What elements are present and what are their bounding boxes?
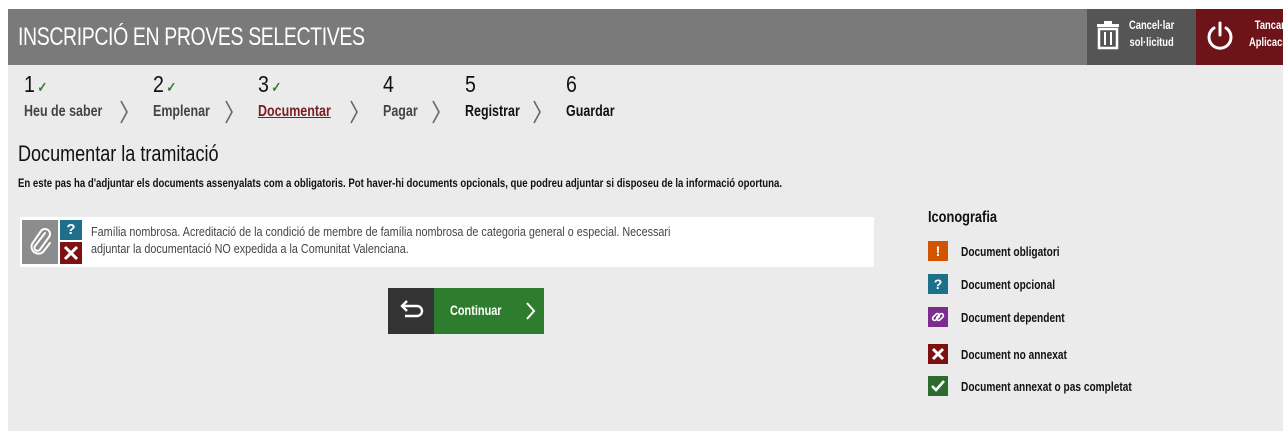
step-label: Heu de saber bbox=[24, 103, 103, 120]
link-icon bbox=[928, 307, 948, 327]
app-title: INSCRIPCIÓ EN PROVES SELECTIVES bbox=[18, 23, 365, 51]
trash-icon bbox=[1095, 20, 1121, 55]
close-line-1: Tancar bbox=[1254, 18, 1283, 32]
icon-legend: Iconografia ! Document obligatori ? Docu… bbox=[928, 209, 1268, 409]
cancel-line-2: sol·licitud bbox=[1129, 35, 1174, 49]
step-label: Guardar bbox=[566, 103, 615, 120]
chevron-right-icon bbox=[533, 100, 541, 124]
check-icon bbox=[928, 376, 948, 396]
mandatory-icon: ! bbox=[928, 241, 948, 261]
close-application-label: Tancar Aplicació bbox=[1249, 17, 1283, 51]
step-label-current: Documentar bbox=[258, 103, 331, 120]
close-application-button[interactable]: Tancar Aplicació bbox=[1196, 9, 1283, 65]
step-number: 6 bbox=[566, 71, 577, 97]
back-button[interactable] bbox=[388, 288, 434, 334]
paperclip-icon bbox=[30, 228, 51, 255]
check-icon: ✓ bbox=[166, 79, 177, 95]
document-text-line-2: adjuntar la documentació NO expedida a l… bbox=[91, 241, 409, 256]
step-number: 3 ✓ bbox=[258, 71, 282, 97]
chevron-right-icon bbox=[526, 302, 536, 320]
step-number: 2 ✓ bbox=[153, 71, 177, 97]
app-header: INSCRIPCIÓ EN PROVES SELECTIVES Cancel·l… bbox=[8, 9, 1283, 65]
document-description: Família nombrosa. Acreditació de la cond… bbox=[91, 223, 670, 257]
wizard-steps: 1 ✓ Heu de saber 2 ✓ Emplenar 3 ✓ Documenta… bbox=[8, 65, 708, 133]
cancel-request-button[interactable]: Cancel·lar sol·licitud bbox=[1087, 9, 1196, 65]
step-number: 1 ✓ bbox=[24, 71, 48, 97]
page-title: Documentar la tramitació bbox=[18, 141, 219, 166]
document-text-line-1: Família nombrosa. Acreditació de la cond… bbox=[91, 224, 671, 239]
step-number: 4 bbox=[383, 71, 394, 97]
attach-button[interactable] bbox=[22, 220, 58, 264]
app-frame: INSCRIPCIÓ EN PROVES SELECTIVES Cancel·l… bbox=[8, 9, 1283, 431]
page-description: En este pas ha d'adjuntar els documents … bbox=[18, 176, 783, 190]
chevron-right-icon bbox=[120, 100, 128, 124]
continue-label: Continuar bbox=[450, 302, 502, 318]
optional-icon: ? bbox=[928, 274, 948, 294]
document-row: ? Família nombrosa. Acreditació de la co… bbox=[20, 217, 874, 267]
chevron-right-icon bbox=[350, 100, 358, 124]
legend-label: Document annexat o pas completat bbox=[961, 379, 1132, 394]
step-label: Registrar bbox=[465, 103, 520, 120]
legend-label: Document dependent bbox=[961, 310, 1065, 325]
not-attached-icon bbox=[60, 242, 82, 264]
legend-label: Document no annexat bbox=[961, 347, 1067, 362]
cancel-line-1: Cancel·lar bbox=[1129, 18, 1175, 32]
continue-button[interactable]: Continuar bbox=[434, 288, 544, 334]
check-icon: ✓ bbox=[271, 79, 282, 95]
cancel-request-label: Cancel·lar sol·licitud bbox=[1129, 17, 1174, 51]
close-line-2: Aplicació bbox=[1249, 35, 1283, 49]
power-icon bbox=[1206, 21, 1234, 56]
chevron-right-icon bbox=[225, 100, 233, 124]
check-icon: ✓ bbox=[37, 79, 48, 95]
x-icon bbox=[928, 344, 948, 364]
legend-label: Document opcional bbox=[961, 277, 1056, 292]
legend-title: Iconografia bbox=[928, 209, 997, 226]
chevron-right-icon bbox=[432, 100, 440, 124]
return-arrow-icon bbox=[400, 300, 424, 318]
step-label: Emplenar bbox=[153, 103, 210, 120]
step-label: Pagar bbox=[383, 103, 418, 120]
legend-label: Document obligatori bbox=[961, 244, 1060, 259]
optional-document-icon: ? bbox=[60, 220, 82, 240]
step-number: 5 bbox=[465, 71, 476, 97]
